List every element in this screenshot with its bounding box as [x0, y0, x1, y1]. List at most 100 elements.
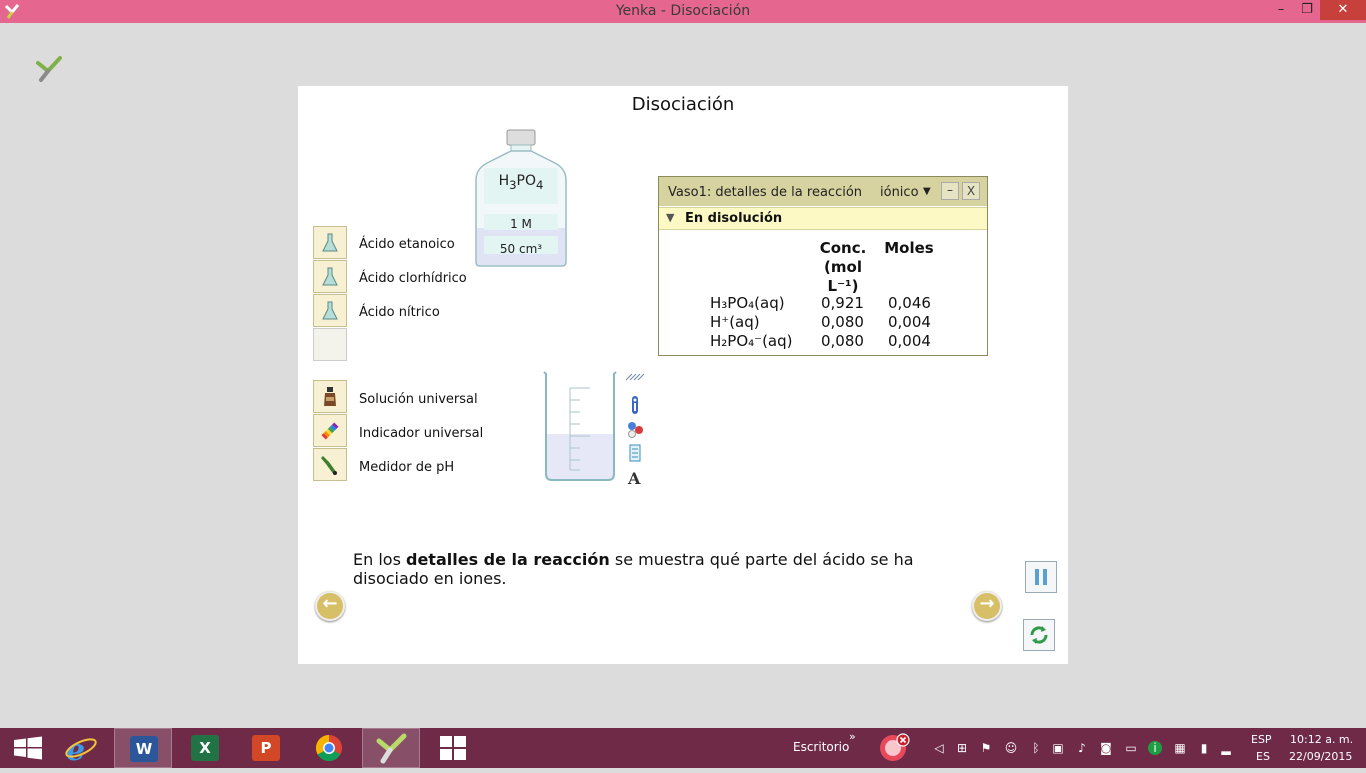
empty-tile[interactable] [313, 328, 347, 361]
acid-label-etanoico: Ácido etanoico [359, 237, 455, 252]
beaker[interactable] [542, 370, 620, 484]
next-page-button[interactable]: → [972, 591, 1002, 621]
signal-bars-icon[interactable]: ▂ [1219, 741, 1233, 755]
molecules-icon[interactable] [626, 420, 644, 438]
excel-icon: X [191, 735, 219, 761]
details-section-label: En disolución [685, 211, 783, 226]
monitor-icon[interactable]: ▭ [1124, 741, 1138, 755]
taskbar-powerpoint[interactable]: P [237, 728, 295, 768]
tool-tile-indicador-universal[interactable] [313, 414, 347, 447]
bottle-volume: 50 cm³ [499, 242, 543, 256]
flask-icon [322, 233, 338, 252]
yenka-logo-icon[interactable] [34, 53, 64, 83]
taskbar-store[interactable] [424, 728, 482, 768]
yenka-icon [376, 733, 407, 764]
volume-icon[interactable]: ◁ [932, 741, 946, 755]
details-header[interactable]: Vaso1: detalles de la reacción iónico ▼ … [659, 177, 987, 206]
arrow-left-icon: ← [322, 593, 338, 614]
minimize-button[interactable]: – [1268, 0, 1294, 20]
species-cell: H₂PO₄⁻(aq) [710, 332, 793, 350]
reagent-bottle[interactable]: H3PO4 1 M 50 cm³ [474, 128, 568, 268]
col-conc-line-1: Conc. [819, 239, 867, 257]
refresh-icon [1030, 626, 1048, 644]
species-cell: H₃PO₄(aq) [710, 294, 785, 312]
details-mode-dropdown[interactable]: iónico [880, 185, 919, 200]
acid-label-clorhidrico: Ácido clorhídrico [359, 271, 467, 286]
close-button[interactable]: ✕ [1320, 0, 1366, 20]
details-section-header[interactable]: ▼ En disolución [659, 207, 987, 230]
indicator-strip-icon [321, 422, 339, 440]
taskbar-chrome[interactable] [300, 728, 358, 768]
desktop-toolbar-label[interactable]: Escritorio [793, 740, 849, 754]
info-green-icon[interactable]: i [1148, 741, 1162, 755]
clock-time[interactable]: 10:12 a. m. [1290, 733, 1353, 746]
conc-cell: 0,080 [821, 332, 864, 350]
conc-cell: 0,921 [821, 294, 864, 312]
user-tray-icon[interactable]: ☺ [1004, 741, 1018, 755]
collapse-triangle-icon[interactable]: ▼ [666, 211, 674, 224]
pause-icon [1035, 569, 1047, 585]
conc-cell: 0,080 [821, 313, 864, 331]
security-icon[interactable]: ▦ [1173, 741, 1187, 755]
taskbar-internet-explorer[interactable]: e [52, 728, 110, 768]
flask-icon [322, 267, 338, 286]
bottle-concentration: 1 M [510, 217, 532, 231]
tool-label-solucion-universal: Solución universal [359, 392, 478, 407]
details-panel-icon[interactable] [626, 444, 644, 462]
clock-date[interactable]: 22/09/2015 [1289, 750, 1352, 763]
details-close-button[interactable]: X [962, 182, 980, 200]
taskbar-yenka[interactable] [362, 728, 420, 768]
acid-tile-clorhidrico[interactable] [313, 260, 347, 293]
window-titlebar: Yenka - Disociación – ❐ ✕ [0, 0, 1366, 23]
reaction-details-window: Vaso1: detalles de la reacción iónico ▼ … [658, 176, 988, 356]
internet-explorer-icon: e [65, 733, 97, 768]
speaker-icon[interactable]: ♪ [1075, 741, 1089, 755]
moles-cell: 0,046 [888, 294, 931, 312]
bluetooth-icon[interactable]: ᛒ [1029, 741, 1043, 755]
chevron-down-icon[interactable]: ▼ [923, 186, 931, 197]
taskbar-excel[interactable]: X [176, 728, 234, 768]
details-title: Vaso1: detalles de la reacción [668, 185, 863, 200]
description-bold: detalles de la reacción [406, 550, 610, 569]
acid-tile-nitrico[interactable] [313, 294, 347, 327]
taskbar-word[interactable]: W [114, 728, 172, 768]
tool-tile-medidor-ph[interactable] [313, 448, 347, 481]
camera-icon[interactable]: ◙ [1099, 741, 1113, 755]
moles-cell: 0,004 [888, 313, 931, 331]
flag-icon[interactable]: ⚑ [979, 741, 993, 755]
arrow-right-icon: → [979, 593, 995, 614]
col-moles-header: Moles [884, 239, 934, 257]
bottle-icon [324, 387, 336, 406]
previous-page-button[interactable]: ← [315, 591, 345, 621]
hatch-handle-icon[interactable] [625, 372, 645, 390]
description-text: En los detalles de la reacción se muestr… [353, 550, 953, 588]
tool-tile-solucion-universal[interactable] [313, 380, 347, 413]
tool-label-medidor-ph: Medidor de pH [359, 460, 455, 475]
keyboard-layout-indicator[interactable]: ES [1256, 750, 1270, 763]
reset-button[interactable] [1023, 619, 1055, 651]
powerpoint-icon: P [252, 735, 280, 761]
windows-store-icon [440, 736, 466, 760]
windows-tray-icon[interactable]: ⊞ [955, 741, 969, 755]
battery-icon[interactable]: ▮ [1197, 741, 1211, 755]
windows-logo-icon [14, 736, 42, 760]
chrome-icon [315, 734, 342, 762]
maximize-button[interactable]: ❐ [1294, 0, 1320, 20]
pause-button[interactable] [1025, 561, 1057, 593]
bottle-formula: H3PO4 [498, 173, 544, 192]
species-cell: H⁺(aq) [710, 313, 760, 331]
acid-tile-etanoico[interactable] [313, 226, 347, 259]
details-minimize-button[interactable]: – [941, 182, 959, 200]
start-button[interactable] [0, 728, 58, 768]
flask-icon [322, 301, 338, 320]
network-error-icon[interactable] [877, 732, 911, 764]
simulation-panel: Disociación Ácido etanoico Ácido clorhíd… [298, 86, 1068, 664]
chevron-right-icon[interactable]: » [849, 730, 856, 743]
taskbar: e W X P Escritorio » ◁ ⊞ ⚑ ☺ ᛒ ▣ ♪ ◙ ▭ i… [0, 728, 1366, 768]
text-label-icon[interactable]: A [626, 468, 644, 488]
language-indicator[interactable]: ESP [1251, 733, 1272, 746]
display-tray-icon[interactable]: ▣ [1051, 741, 1065, 755]
page-title: Disociación [631, 94, 735, 115]
col-conc-line-2: (mol [824, 258, 862, 276]
info-icon[interactable] [626, 396, 644, 414]
